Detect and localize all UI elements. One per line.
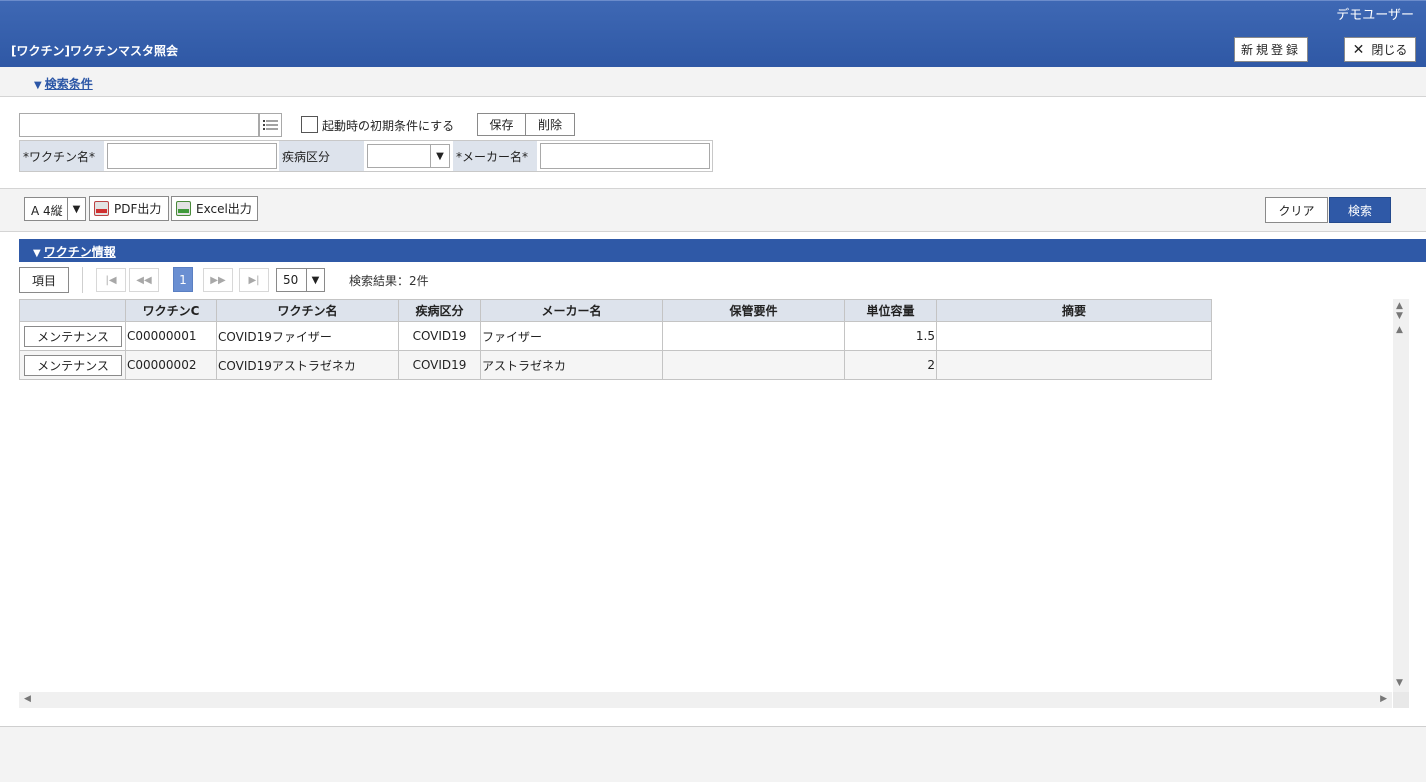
chevron-down-icon: ▼	[67, 198, 85, 220]
column-items-button[interactable]: 項目	[19, 267, 69, 293]
close-icon: ✕	[1352, 41, 1365, 58]
unit-volume-cell: 1.5	[844, 321, 937, 351]
chevron-down-icon: ▼	[306, 269, 324, 291]
table-row[interactable]: メンテナンス C00000001 COVID19ファイザー COVID19 ファ…	[19, 321, 1212, 351]
vaccine-code-cell: C00000001	[125, 321, 217, 351]
maker-cell: アストラゼネカ	[480, 350, 663, 380]
disease-cell: COVID19	[398, 350, 481, 380]
maintenance-button[interactable]: メンテナンス	[24, 325, 122, 347]
maker-cell: ファイザー	[480, 321, 663, 351]
scroll-up-icon[interactable]: ▲	[1396, 325, 1403, 335]
vaccine-name-input[interactable]	[107, 143, 277, 169]
disease-category-label: 疾病区分	[279, 141, 364, 171]
next-page-icon[interactable]: ▶▶	[203, 268, 233, 292]
column-header-maker[interactable]: メーカー名	[480, 299, 663, 322]
scroll-up-icon[interactable]: ▲	[1396, 301, 1403, 311]
scroll-left-icon[interactable]: ◀	[24, 694, 31, 704]
storage-cell	[662, 350, 845, 380]
disease-category-select[interactable]: ▼	[367, 144, 450, 168]
vaccine-name-cell: COVID19アストラゼネカ	[216, 350, 399, 380]
search-button[interactable]: 検索	[1329, 197, 1391, 223]
excel-export-label: Excel出力	[196, 202, 252, 216]
vaccine-info-bar	[19, 239, 1426, 262]
previous-page-icon[interactable]: ◀◀	[129, 268, 159, 292]
page-size-select[interactable]: 50 ▼	[276, 268, 325, 292]
clear-button[interactable]: クリア	[1265, 197, 1328, 223]
column-header-unit[interactable]: 単位容量	[844, 299, 937, 322]
unit-volume-cell: 2	[844, 350, 937, 380]
table-header-row: ワクチンC ワクチン名 疾病区分 メーカー名 保管要件 単位容量 摘要	[19, 299, 1212, 322]
vaccine-name-cell: COVID19ファイザー	[216, 321, 399, 351]
close-label: 閉じる	[1371, 43, 1408, 57]
triangle-down-icon: ▼	[34, 80, 42, 91]
horizontal-scrollbar[interactable]: ◀ ▶	[19, 692, 1392, 708]
save-button[interactable]: 保存	[477, 113, 526, 136]
action-cell: メンテナンス	[19, 350, 126, 380]
vaccine-table: ワクチンC ワクチン名 疾病区分 メーカー名 保管要件 単位容量 摘要 メンテナ…	[19, 299, 1212, 380]
result-count: 検索結果：2件	[349, 274, 429, 288]
page-title: [ワクチン]ワクチンマスタ照会	[11, 44, 178, 58]
excel-export-button[interactable]: Excel出力	[171, 196, 258, 221]
paper-size-value: A 4縦	[31, 204, 63, 218]
scroll-right-icon[interactable]: ▶	[1380, 694, 1387, 704]
vaccine-info-toggle[interactable]: ▼ ワクチン情報	[33, 243, 116, 260]
list-icon	[263, 120, 278, 130]
column-header-disease[interactable]: 疾病区分	[398, 299, 481, 322]
maintenance-button[interactable]: メンテナンス	[24, 354, 122, 376]
excel-file-icon	[176, 201, 191, 216]
pdf-export-label: PDF出力	[114, 202, 162, 216]
column-header-action	[19, 299, 126, 322]
first-page-icon[interactable]: |◀	[96, 268, 126, 292]
vaccine-info-label: ワクチン情報	[43, 245, 116, 259]
vaccine-grid: ワクチンC ワクチン名 疾病区分 メーカー名 保管要件 単位容量 摘要 メンテナ…	[19, 299, 1392, 692]
default-condition-label: 起動時の初期条件にする	[322, 119, 455, 133]
action-cell: メンテナンス	[19, 321, 126, 351]
new-register-button[interactable]: 新規登録	[1234, 37, 1308, 62]
column-header-storage[interactable]: 保管要件	[662, 299, 845, 322]
vaccine-code-cell: C00000002	[125, 350, 217, 380]
vaccine-name-label: *ワクチン名*	[20, 141, 104, 171]
delete-button[interactable]: 削除	[525, 113, 575, 136]
column-header-note[interactable]: 摘要	[936, 299, 1212, 322]
disease-cell: COVID19	[398, 321, 481, 351]
search-preset-input[interactable]	[19, 113, 259, 137]
current-page-button[interactable]: 1	[173, 267, 193, 292]
column-header-name[interactable]: ワクチン名	[216, 299, 399, 322]
storage-cell	[662, 321, 845, 351]
search-condition-bar	[0, 67, 1426, 97]
toolbar-divider	[82, 267, 83, 293]
page-size-value: 50	[283, 273, 299, 287]
default-condition-checkbox[interactable]	[301, 116, 318, 133]
column-header-code[interactable]: ワクチンC	[125, 299, 217, 322]
maker-name-input[interactable]	[540, 143, 710, 169]
footer-bar	[0, 726, 1426, 782]
preset-list-button[interactable]	[259, 113, 282, 137]
search-condition-label: 検索条件	[44, 77, 93, 91]
paper-size-select[interactable]: A 4縦 ▼	[24, 197, 86, 221]
triangle-down-icon: ▼	[33, 248, 41, 259]
app-header	[0, 0, 1426, 67]
chevron-down-icon: ▼	[430, 145, 449, 167]
scroll-down-icon[interactable]: ▼	[1396, 311, 1403, 321]
pdf-export-button[interactable]: PDF出力	[89, 196, 169, 221]
last-page-icon[interactable]: ▶|	[239, 268, 269, 292]
scroll-down-icon[interactable]: ▼	[1396, 678, 1403, 688]
close-button[interactable]: ✕ 閉じる	[1344, 37, 1416, 62]
search-condition-toggle[interactable]: ▼ 検索条件	[34, 75, 93, 92]
table-row[interactable]: メンテナンス C00000002 COVID19アストラゼネカ COVID19 …	[19, 350, 1212, 380]
pdf-file-icon	[94, 201, 109, 216]
note-cell	[936, 321, 1212, 351]
user-name: デモユーザー	[1336, 8, 1414, 23]
scrollbar-corner	[1393, 692, 1409, 708]
vertical-scrollbar[interactable]: ▲ ▼ ▲ ▼	[1393, 299, 1409, 692]
note-cell	[936, 350, 1212, 380]
maker-name-label: *メーカー名*	[453, 141, 537, 171]
